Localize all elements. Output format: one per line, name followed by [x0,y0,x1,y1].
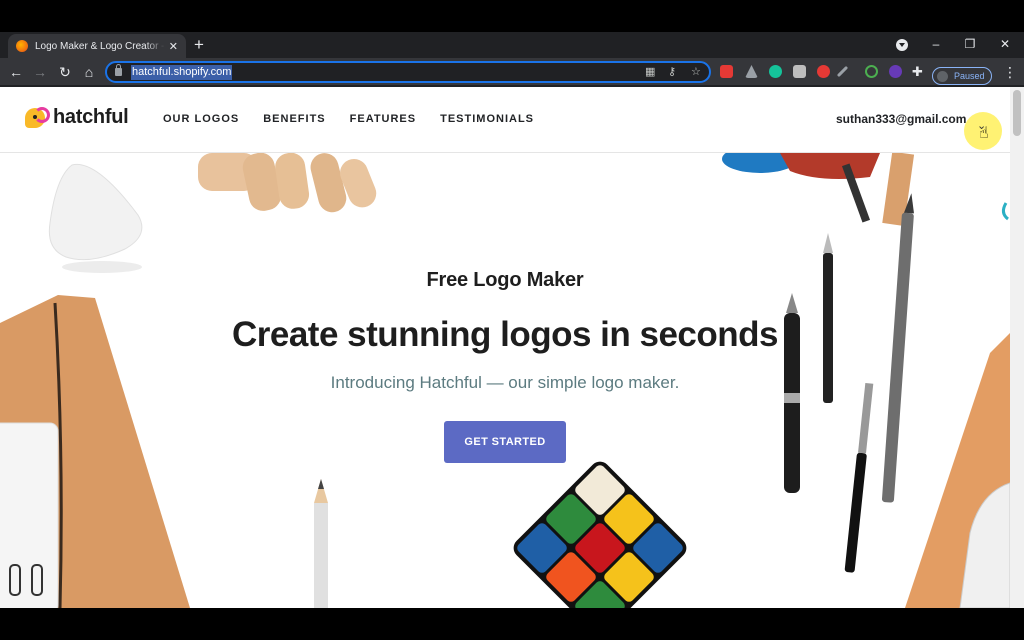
extension-refresh-icon[interactable] [865,65,878,78]
forward-icon[interactable]: → [30,62,50,82]
tab-strip: Logo Maker & Logo Creator - Free ✕ + – ❐… [0,32,1024,58]
star-icon[interactable]: ☆ [691,65,701,78]
media-control-icon[interactable] [896,39,908,51]
new-tab-button[interactable]: + [194,35,204,55]
favicon-icon [16,40,28,52]
profile-status: Paused [954,71,985,81]
extension-purple-icon[interactable] [889,65,902,78]
page-scrollbar[interactable] [1010,87,1024,608]
restore-button[interactable]: ❐ [960,37,980,51]
logo-text: hatchful [53,105,129,128]
address-bar[interactable]: hatchful.shopify.com ▦ ⚷ ☆ [105,61,711,83]
extensions-icon[interactable]: ✚ [912,64,925,79]
qr-icon[interactable]: ▦ [645,65,655,78]
hatchful-logo-icon [25,105,51,129]
nav-testimonials[interactable]: TESTIMONIALS [440,113,534,125]
tab-hatchful[interactable]: Logo Maker & Logo Creator - Free ✕ [8,34,186,58]
menu-icon[interactable]: ⋮ [1003,64,1017,81]
nav-our-logos[interactable]: OUR LOGOS [163,113,239,125]
hatchful-logo[interactable]: hatchful [25,105,129,129]
window-close-button[interactable]: ✕ [995,37,1015,51]
tab-title: Logo Maker & Logo Creator - Free [35,40,165,52]
hero-title: Create stunning logos in seconds [231,315,779,354]
eraser-image [48,163,143,273]
back-icon[interactable]: ← [6,62,26,82]
hero-section: Free Logo Maker Create stunning logos in… [0,153,1010,608]
profile-button[interactable]: Paused [932,67,992,85]
adblock-extension-icon[interactable] [720,65,733,78]
nav-benefits[interactable]: BENEFITS [263,113,325,125]
pencil-image [314,479,328,608]
hero-kicker: Free Logo Maker [426,269,584,291]
wooden-hand-image [198,153,377,213]
extension-square-icon[interactable] [793,65,806,78]
hand-pointer-icon: ☝ [979,125,989,142]
nav-features[interactable]: FEATURES [350,113,416,125]
hero-subtitle: Introducing Hatchful — our simple logo m… [330,373,680,392]
get-started-button[interactable]: GET STARTED [444,421,566,463]
key-icon[interactable]: ⚷ [668,65,676,78]
page-content: hatchful OUR LOGOS BENEFITS FEATURES TES… [0,87,1010,608]
extension-red-icon[interactable] [817,65,830,78]
grammarly-extension-icon[interactable] [769,65,782,78]
site-header: hatchful OUR LOGOS BENEFITS FEATURES TES… [0,87,1010,153]
browser-window: Logo Maker & Logo Creator - Free ✕ + – ❐… [0,32,1024,608]
tab-close-icon[interactable]: ✕ [169,40,178,53]
rubiks-cube-image [513,461,687,608]
scrollbar-thumb[interactable] [1013,90,1021,136]
lock-icon[interactable] [115,64,122,76]
url-text[interactable]: hatchful.shopify.com [131,65,233,80]
home-icon[interactable]: ⌂ [79,62,99,82]
minimize-button[interactable]: – [926,37,946,51]
reload-icon[interactable]: ↻ [55,62,75,82]
desk-objects-image [722,153,915,226]
avatar [937,70,948,82]
account-email[interactable]: suthan333@gmail.com [836,112,966,126]
site-nav: OUR LOGOS BENEFITS FEATURES TESTIMONIALS [163,113,558,125]
